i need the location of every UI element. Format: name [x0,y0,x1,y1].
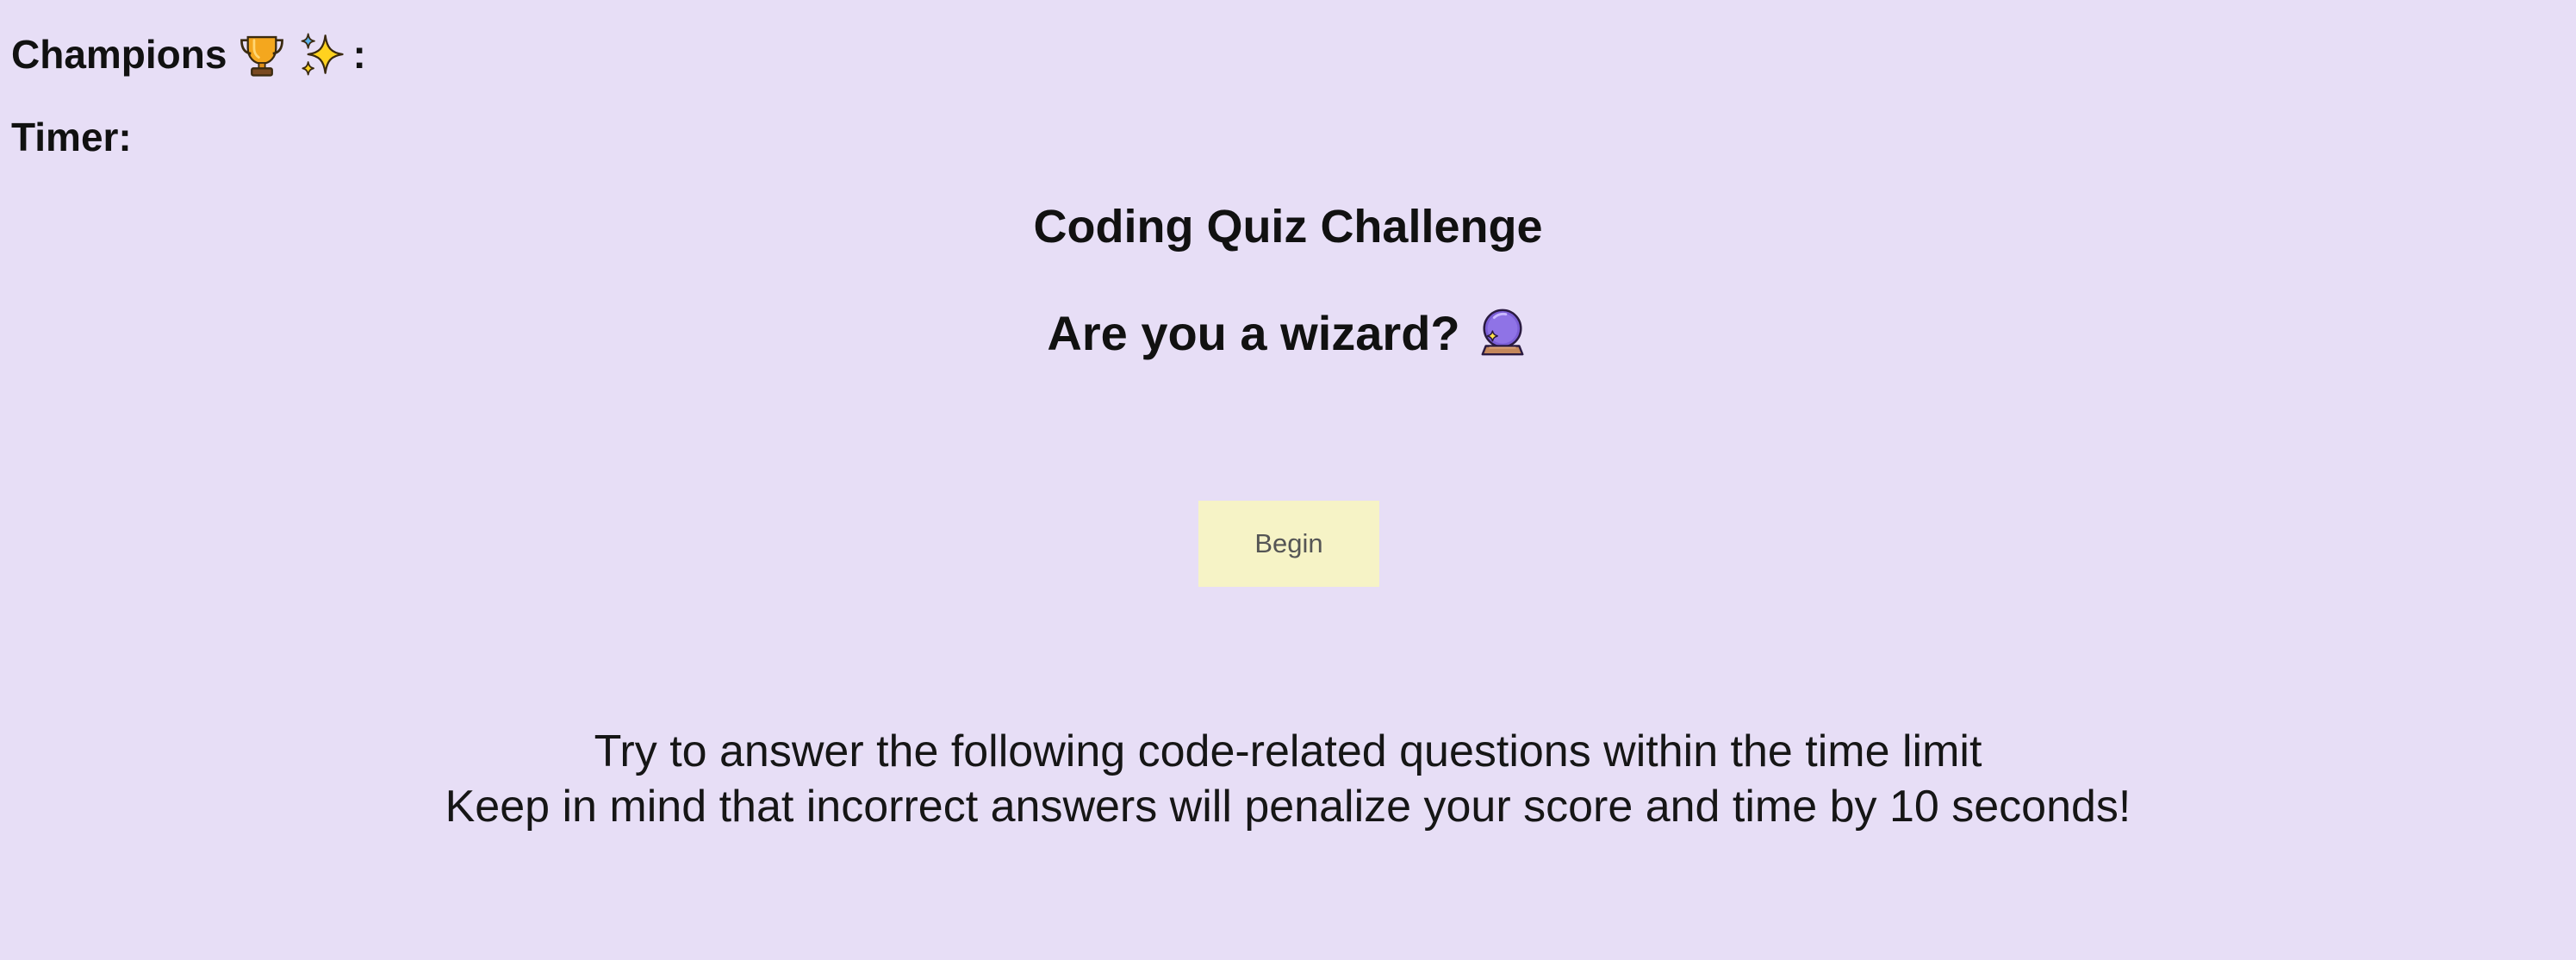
champions-suffix: : [352,32,366,77]
begin-button[interactable]: Begin [1198,501,1379,587]
page-title: Coding Quiz Challenge [1033,201,1543,252]
timer: Timer: [11,109,144,165]
quiz-subtitle-text: Are you a wizard? [1047,305,1460,360]
instructions: Try to answer the following code-related… [0,724,2576,834]
instructions-line-1: Try to answer the following code-related… [594,726,1982,776]
sparkles-icon [297,29,347,79]
timer-label: Timer: [11,115,132,159]
champions-label: Champions [11,32,227,77]
trophy-icon [237,29,287,79]
crystal-ball-icon [1476,306,1529,359]
champions-link[interactable]: Champions : [11,24,366,84]
quiz-subtitle: Are you a wizard? [0,298,2576,367]
instructions-line-2: Keep in mind that incorrect answers will… [445,782,2131,832]
